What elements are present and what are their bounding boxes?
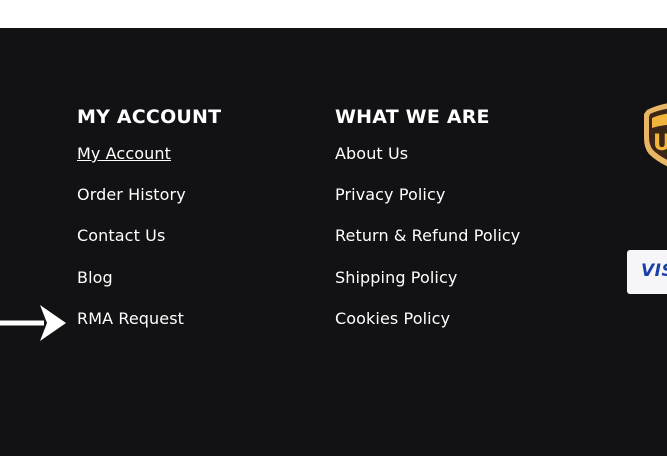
my-account-link[interactable]: My Account bbox=[77, 144, 171, 163]
list-item: RMA Request bbox=[77, 309, 221, 350]
list-item: Cookies Policy bbox=[335, 309, 520, 350]
about-us-link[interactable]: About Us bbox=[335, 144, 408, 163]
what-we-are-links: About Us Privacy Policy Return & Refund … bbox=[335, 144, 520, 350]
what-we-are-heading: WHAT WE ARE bbox=[335, 106, 490, 128]
list-item: Blog bbox=[77, 268, 221, 309]
cookies-policy-link[interactable]: Cookies Policy bbox=[335, 309, 450, 328]
list-item: Order History bbox=[77, 185, 221, 226]
list-item: About Us bbox=[335, 144, 520, 185]
privacy-policy-link[interactable]: Privacy Policy bbox=[335, 185, 445, 204]
list-item: Shipping Policy bbox=[335, 268, 520, 309]
return-refund-policy-link[interactable]: Return & Refund Policy bbox=[335, 226, 520, 245]
my-account-links: My Account Order History Contact Us Blog… bbox=[77, 144, 221, 350]
list-item: My Account bbox=[77, 144, 221, 185]
list-item: Contact Us bbox=[77, 226, 221, 267]
ups-logo-text: U bbox=[653, 131, 667, 156]
my-account-column: MY ACCOUNT My Account Order History Cont… bbox=[77, 104, 221, 350]
what-we-are-column: WHAT WE ARE About Us Privacy Policy Retu… bbox=[335, 104, 520, 350]
contact-us-link[interactable]: Contact Us bbox=[77, 226, 165, 245]
ups-shield-icon: U bbox=[644, 103, 667, 167]
list-item: Return & Refund Policy bbox=[335, 226, 520, 267]
visa-card-icon: VISA bbox=[627, 250, 667, 294]
shipping-policy-link[interactable]: Shipping Policy bbox=[335, 268, 457, 287]
list-item: Privacy Policy bbox=[335, 185, 520, 226]
blog-link[interactable]: Blog bbox=[77, 268, 113, 287]
my-account-heading: MY ACCOUNT bbox=[77, 106, 222, 128]
top-whitespace bbox=[0, 0, 667, 28]
arrow-right-icon bbox=[0, 305, 66, 341]
rma-request-link[interactable]: RMA Request bbox=[77, 309, 184, 328]
site-footer: MY ACCOUNT My Account Order History Cont… bbox=[0, 28, 667, 456]
visa-logo-text: VISA bbox=[641, 261, 667, 281]
order-history-link[interactable]: Order History bbox=[77, 185, 186, 204]
